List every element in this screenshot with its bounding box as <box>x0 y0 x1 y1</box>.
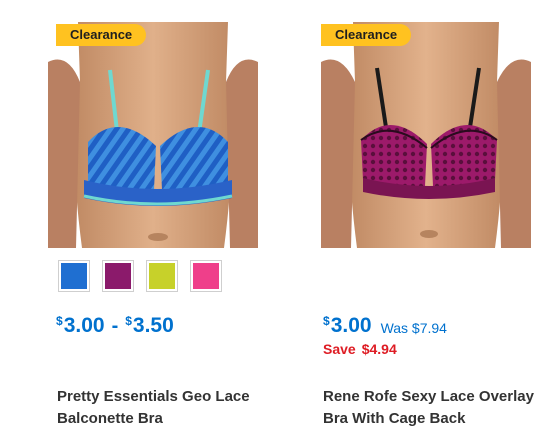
clearance-badge: Clearance <box>56 24 147 46</box>
swatch-purple[interactable] <box>102 260 134 292</box>
product-title-link[interactable]: Rene Rofe Sexy Lace Overlay Bra With Cag… <box>323 386 551 430</box>
product-card-1[interactable]: Clearance $ 3.00 - $ 3.50 Pretty Essenti… <box>0 0 260 435</box>
product-card-2[interactable]: Clearance $ 3.00 Was $7.94 Save $4.94 Re… <box>291 0 551 435</box>
save-label: Save <box>323 341 356 357</box>
clearance-badge: Clearance <box>321 24 412 46</box>
title-line-2: Bra With Cage Back <box>323 410 466 427</box>
price-separator: - <box>111 315 119 337</box>
price-min: $3.00 <box>56 314 105 337</box>
swatch-lime[interactable] <box>146 260 178 292</box>
current-price: $3.00 <box>323 314 372 337</box>
savings: Save $4.94 <box>323 341 397 357</box>
title-line-2: Balconette Bra <box>57 410 163 427</box>
price: $3.00 Was $7.94 <box>323 314 447 342</box>
title-line-1: Pretty Essentials Geo Lace <box>57 388 250 405</box>
price-max: $3.50 <box>125 314 174 337</box>
swatch-blue[interactable] <box>58 260 90 292</box>
product-image[interactable] <box>48 22 258 248</box>
was-price: Was $7.94 <box>380 320 447 336</box>
save-amount: $4.94 <box>361 341 397 357</box>
swatch-pink[interactable] <box>190 260 222 292</box>
product-image[interactable] <box>321 22 531 248</box>
color-swatches <box>58 260 222 292</box>
price-range: $3.00 - $3.50 <box>56 314 174 338</box>
title-line-1: Rene Rofe Sexy Lace Overlay <box>323 388 534 405</box>
product-title-link[interactable]: Pretty Essentials Geo Lace Balconette Br… <box>57 386 277 430</box>
